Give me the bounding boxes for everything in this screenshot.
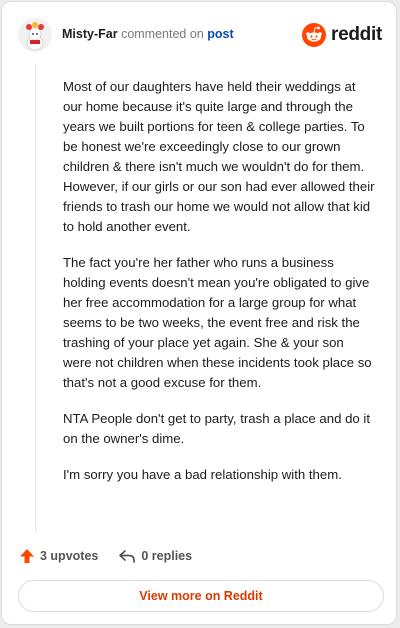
thread-line <box>35 64 36 532</box>
reddit-brand[interactable]: reddit <box>302 20 382 50</box>
comment-paragraph: I'm sorry you have a bad relationship wi… <box>63 467 342 482</box>
comment-meta: Misty-Far commented on post <box>62 27 234 41</box>
reply-count: 0 replies <box>141 549 193 563</box>
avatar-icon <box>18 18 52 52</box>
action-text: commented on <box>121 27 204 41</box>
reply-button[interactable]: 0 replies <box>118 548 192 564</box>
upvote-arrow-icon <box>20 549 34 563</box>
comment-paragraph: Most of our daughters have held their we… <box>63 79 375 234</box>
reddit-logo-icon <box>302 23 327 47</box>
comment-paragraph: NTA People don't get to party, trash a p… <box>63 411 370 446</box>
username-link[interactable]: Misty-Far <box>62 27 118 41</box>
comment-paragraph: The fact you're her father who runs a bu… <box>63 255 372 390</box>
comment-card: Misty-Far commented on post reddit Most … <box>1 1 397 625</box>
comment-body: Most of our daughters have held their we… <box>63 77 375 501</box>
view-more-button[interactable]: View more on Reddit <box>18 580 384 612</box>
comment-actions: 3 upvotes 0 replies <box>19 546 192 566</box>
upvote-button[interactable]: 3 upvotes <box>19 548 98 564</box>
upvote-count: 3 upvotes <box>40 549 99 563</box>
comment-header: Misty-Far commented on post reddit <box>18 18 382 54</box>
reply-arrow-icon <box>119 550 136 563</box>
reddit-wordmark: reddit <box>331 24 382 45</box>
user-avatar[interactable] <box>18 18 52 52</box>
post-link[interactable]: post <box>207 27 233 41</box>
